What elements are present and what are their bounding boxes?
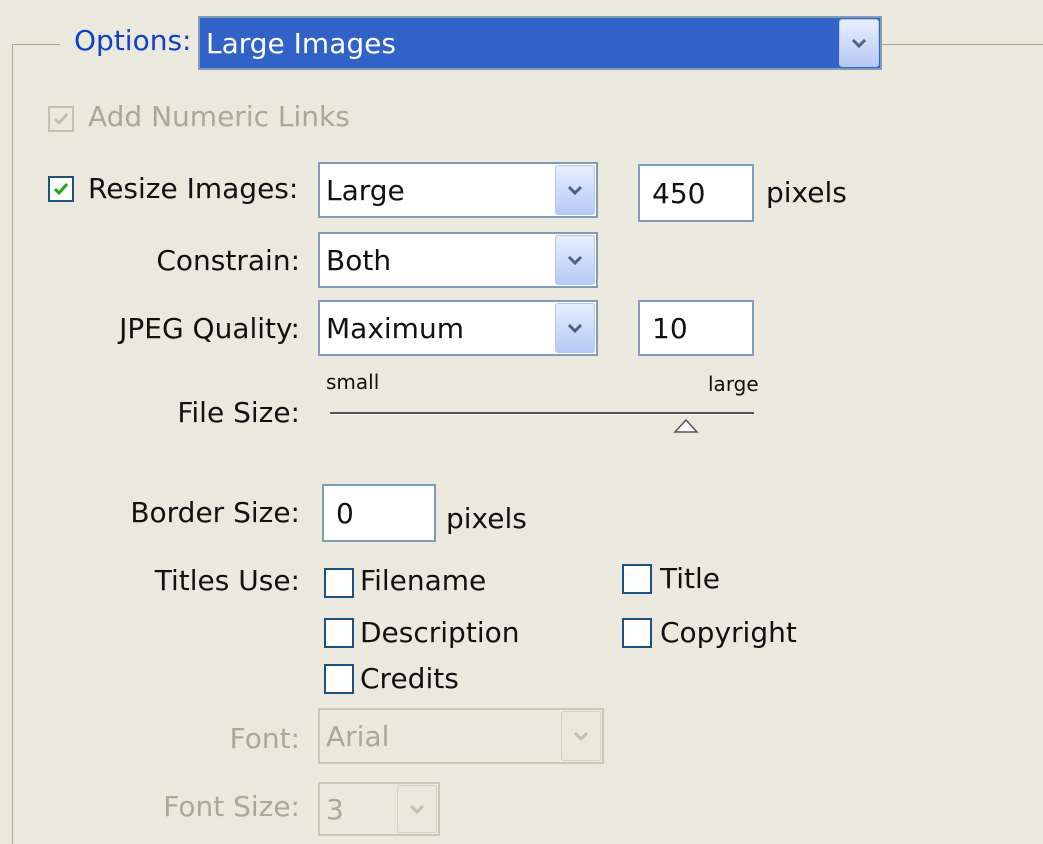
jpeg-quality-label: JPEG Quality: — [119, 312, 300, 345]
jpeg-quality-value: Maximum — [326, 311, 464, 345]
chevron-down-icon[interactable] — [555, 303, 595, 353]
file-size-min-label: small — [326, 370, 380, 394]
add-numeric-links-label: Add Numeric Links — [88, 100, 350, 133]
group-frame-left — [12, 44, 13, 844]
chevron-down-icon[interactable] — [397, 785, 437, 833]
chevron-down-icon[interactable] — [839, 19, 879, 67]
add-numeric-links-checkbox[interactable] — [48, 106, 74, 132]
filename-label: Filename — [360, 564, 487, 597]
group-frame-top-left — [12, 44, 60, 45]
resize-pixels-input[interactable]: 450 — [638, 164, 754, 222]
title-label: Title — [660, 562, 721, 595]
description-label: Description — [360, 616, 520, 649]
border-size-input[interactable]: 0 — [322, 484, 436, 542]
font-size-label: Font Size: — [163, 790, 300, 823]
resize-size-value: Large — [326, 173, 405, 207]
filename-checkbox[interactable] — [324, 568, 354, 598]
font-dropdown[interactable]: Arial — [318, 708, 604, 764]
font-size-dropdown[interactable]: 3 — [318, 782, 440, 836]
resize-images-label: Resize Images: — [88, 172, 299, 205]
border-size-label: Border Size: — [130, 496, 300, 529]
copyright-label: Copyright — [660, 616, 797, 649]
options-dropdown-value: Large Images — [206, 26, 396, 60]
credits-checkbox[interactable] — [324, 664, 354, 694]
chevron-down-icon[interactable] — [555, 165, 595, 215]
copyright-checkbox[interactable] — [622, 618, 652, 648]
file-size-max-label: large — [708, 372, 759, 396]
chevron-down-icon[interactable] — [555, 235, 595, 285]
chevron-down-icon[interactable] — [561, 711, 601, 761]
font-value: Arial — [326, 719, 390, 753]
titles-use-label: Titles Use: — [154, 564, 300, 597]
options-legend: Options: — [74, 24, 192, 57]
resize-images-checkbox[interactable] — [48, 176, 74, 202]
constrain-label: Constrain: — [156, 244, 300, 277]
constrain-value: Both — [326, 243, 392, 277]
title-checkbox[interactable] — [622, 564, 652, 594]
jpeg-quality-number-input[interactable]: 10 — [638, 300, 754, 356]
resize-size-dropdown[interactable]: Large — [318, 162, 598, 218]
file-size-slider-track[interactable] — [330, 412, 754, 415]
constrain-dropdown[interactable]: Both — [318, 232, 598, 288]
group-frame-top-right — [882, 44, 1043, 45]
resize-pixels-unit: pixels — [766, 176, 847, 209]
file-size-label: File Size: — [177, 396, 300, 429]
border-size-unit: pixels — [446, 502, 527, 535]
credits-label: Credits — [360, 662, 459, 695]
file-size-slider-thumb[interactable] — [673, 418, 699, 434]
font-size-value: 3 — [326, 792, 344, 826]
font-label: Font: — [229, 722, 300, 755]
options-dropdown[interactable]: Large Images — [198, 16, 882, 70]
jpeg-quality-dropdown[interactable]: Maximum — [318, 300, 598, 356]
description-checkbox[interactable] — [324, 618, 354, 648]
